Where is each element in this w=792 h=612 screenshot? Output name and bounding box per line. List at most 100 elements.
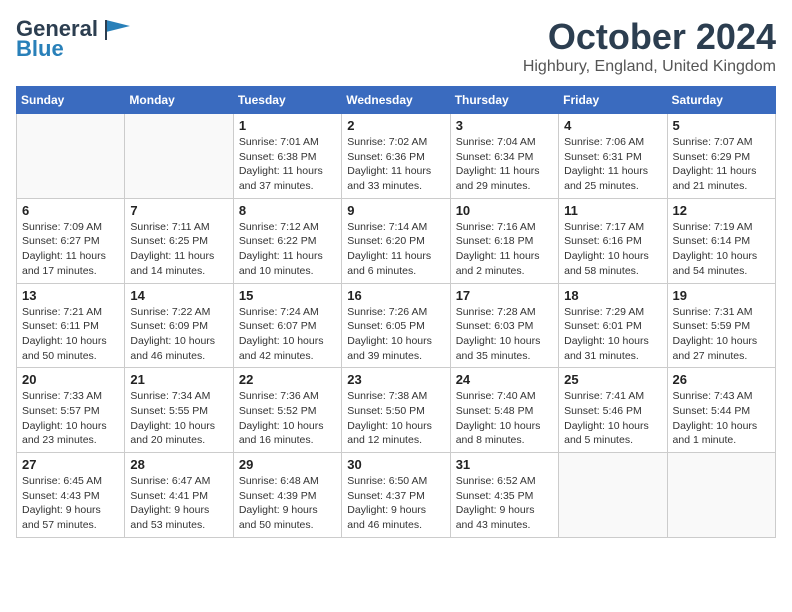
calendar-cell [667,453,775,538]
calendar-cell [125,114,233,199]
day-number: 15 [239,288,336,303]
calendar-cell: 7Sunrise: 7:11 AM Sunset: 6:25 PM Daylig… [125,198,233,283]
calendar-cell: 15 Sunrise: 7:24 AM Sunset: 6:07 PM Dayli… [233,283,341,368]
day-number: 24 [456,372,553,387]
calendar-cell: 6 Sunrise: 7:09 AM Sunset: 6:27 PM Daylig… [17,198,125,283]
day-number: 23 [347,372,444,387]
week-row-3: 13Sunrise: 7:21 AM Sunset: 6:11 PM Dayli… [17,283,776,368]
calendar-cell: 29Sunrise: 6:48 AM Sunset: 4:39 PM Dayli… [233,453,341,538]
day-number: 6 [22,203,119,218]
calendar-cell: 18 Sunrise: 7:29 AM Sunset: 6:01 PM Dayli… [559,283,667,368]
day-info: Sunrise: 7:19 AM Sunset: 6:14 PM Dayligh… [673,220,770,279]
day-info: Sunrise: 7:41 AM Sunset: 5:46 PM Dayligh… [564,389,661,448]
calendar-cell: 11 Sunrise: 7:17 AM Sunset: 6:16 PM Dayli… [559,198,667,283]
logo-flag-icon [102,18,130,40]
location-subtitle: Highbury, England, United Kingdom [523,58,776,76]
calendar-cell: 5 Sunrise: 7:07 AM Sunset: 6:29 PM Daylig… [667,114,775,199]
day-info: Sunrise: 7:31 AM Sunset: 5:59 PM Dayligh… [673,305,770,364]
week-row-1: 1Sunrise: 7:01 AM Sunset: 6:38 PM Daylig… [17,114,776,199]
day-number: 9 [347,203,444,218]
calendar-cell: 26Sunrise: 7:43 AM Sunset: 5:44 PM Dayli… [667,368,775,453]
day-number: 26 [673,372,770,387]
day-number: 10 [456,203,553,218]
calendar-cell: 10 Sunrise: 7:16 AM Sunset: 6:18 PM Dayli… [450,198,558,283]
calendar-cell: 24 Sunrise: 7:40 AM Sunset: 5:48 PM Dayli… [450,368,558,453]
day-info: Sunrise: 7:33 AM Sunset: 5:57 PM Dayligh… [22,389,119,448]
day-info: Sunrise: 6:50 AM Sunset: 4:37 PM Dayligh… [347,474,444,533]
day-number: 19 [673,288,770,303]
day-number: 11 [564,203,661,218]
day-info: Sunrise: 7:24 AM Sunset: 6:07 PM Dayligh… [239,305,336,364]
weekday-header-sunday: Sunday [17,87,125,114]
day-number: 12 [673,203,770,218]
calendar-cell: 22 Sunrise: 7:36 AM Sunset: 5:52 PM Dayli… [233,368,341,453]
day-number: 20 [22,372,119,387]
day-info: Sunrise: 7:36 AM Sunset: 5:52 PM Dayligh… [239,389,336,448]
weekday-header-row: SundayMondayTuesdayWednesdayThursdayFrid… [17,87,776,114]
day-number: 29 [239,457,336,472]
calendar-cell: 8Sunrise: 7:12 AM Sunset: 6:22 PM Daylig… [233,198,341,283]
day-info: Sunrise: 6:52 AM Sunset: 4:35 PM Dayligh… [456,474,553,533]
day-number: 16 [347,288,444,303]
day-number: 17 [456,288,553,303]
calendar-cell: 21 Sunrise: 7:34 AM Sunset: 5:55 PM Dayli… [125,368,233,453]
day-info: Sunrise: 7:09 AM Sunset: 6:27 PM Dayligh… [22,220,119,279]
day-number: 5 [673,118,770,133]
day-info: Sunrise: 7:29 AM Sunset: 6:01 PM Dayligh… [564,305,661,364]
week-row-4: 20 Sunrise: 7:33 AM Sunset: 5:57 PM Dayli… [17,368,776,453]
day-number: 21 [130,372,227,387]
calendar-cell: 14Sunrise: 7:22 AM Sunset: 6:09 PM Dayli… [125,283,233,368]
day-number: 2 [347,118,444,133]
weekday-header-friday: Friday [559,87,667,114]
day-number: 18 [564,288,661,303]
calendar-cell: 17 Sunrise: 7:28 AM Sunset: 6:03 PM Dayli… [450,283,558,368]
title-block: October 2024 Highbury, England, United K… [523,16,776,76]
calendar-cell: 12 Sunrise: 7:19 AM Sunset: 6:14 PM Dayli… [667,198,775,283]
day-info: Sunrise: 7:04 AM Sunset: 6:34 PM Dayligh… [456,135,553,194]
day-number: 27 [22,457,119,472]
day-number: 13 [22,288,119,303]
calendar-cell: 16 Sunrise: 7:26 AM Sunset: 6:05 PM Dayli… [342,283,450,368]
month-title: October 2024 [523,16,776,58]
calendar-cell: 19 Sunrise: 7:31 AM Sunset: 5:59 PM Dayli… [667,283,775,368]
day-info: Sunrise: 7:17 AM Sunset: 6:16 PM Dayligh… [564,220,661,279]
day-info: Sunrise: 7:12 AM Sunset: 6:22 PM Dayligh… [239,220,336,279]
day-info: Sunrise: 7:26 AM Sunset: 6:05 PM Dayligh… [347,305,444,364]
calendar-cell: 28 Sunrise: 6:47 AM Sunset: 4:41 PM Dayli… [125,453,233,538]
day-number: 25 [564,372,661,387]
page-header: General Blue October 2024 Highbury, Engl… [16,16,776,76]
calendar-cell [17,114,125,199]
day-info: Sunrise: 7:01 AM Sunset: 6:38 PM Dayligh… [239,135,336,194]
day-info: Sunrise: 7:40 AM Sunset: 5:48 PM Dayligh… [456,389,553,448]
logo-blue: Blue [16,36,64,62]
calendar-cell: 23 Sunrise: 7:38 AM Sunset: 5:50 PM Dayli… [342,368,450,453]
calendar-cell: 31Sunrise: 6:52 AM Sunset: 4:35 PM Dayli… [450,453,558,538]
day-number: 22 [239,372,336,387]
day-info: Sunrise: 7:38 AM Sunset: 5:50 PM Dayligh… [347,389,444,448]
calendar-cell: 20 Sunrise: 7:33 AM Sunset: 5:57 PM Dayli… [17,368,125,453]
calendar-cell [559,453,667,538]
calendar-cell: 1Sunrise: 7:01 AM Sunset: 6:38 PM Daylig… [233,114,341,199]
day-info: Sunrise: 7:16 AM Sunset: 6:18 PM Dayligh… [456,220,553,279]
day-number: 4 [564,118,661,133]
day-info: Sunrise: 7:07 AM Sunset: 6:29 PM Dayligh… [673,135,770,194]
day-number: 30 [347,457,444,472]
calendar-cell: 27 Sunrise: 6:45 AM Sunset: 4:43 PM Dayli… [17,453,125,538]
week-row-5: 27 Sunrise: 6:45 AM Sunset: 4:43 PM Dayli… [17,453,776,538]
week-row-2: 6 Sunrise: 7:09 AM Sunset: 6:27 PM Daylig… [17,198,776,283]
calendar-cell: 9 Sunrise: 7:14 AM Sunset: 6:20 PM Daylig… [342,198,450,283]
day-number: 28 [130,457,227,472]
weekday-header-saturday: Saturday [667,87,775,114]
calendar-cell: 25 Sunrise: 7:41 AM Sunset: 5:46 PM Dayli… [559,368,667,453]
logo: General Blue [16,16,130,62]
day-info: Sunrise: 6:47 AM Sunset: 4:41 PM Dayligh… [130,474,227,533]
day-info: Sunrise: 7:14 AM Sunset: 6:20 PM Dayligh… [347,220,444,279]
day-info: Sunrise: 7:34 AM Sunset: 5:55 PM Dayligh… [130,389,227,448]
day-info: Sunrise: 6:45 AM Sunset: 4:43 PM Dayligh… [22,474,119,533]
calendar-cell: 4Sunrise: 7:06 AM Sunset: 6:31 PM Daylig… [559,114,667,199]
day-info: Sunrise: 7:22 AM Sunset: 6:09 PM Dayligh… [130,305,227,364]
weekday-header-thursday: Thursday [450,87,558,114]
day-info: Sunrise: 7:02 AM Sunset: 6:36 PM Dayligh… [347,135,444,194]
day-info: Sunrise: 7:28 AM Sunset: 6:03 PM Dayligh… [456,305,553,364]
calendar-cell: 2 Sunrise: 7:02 AM Sunset: 6:36 PM Daylig… [342,114,450,199]
